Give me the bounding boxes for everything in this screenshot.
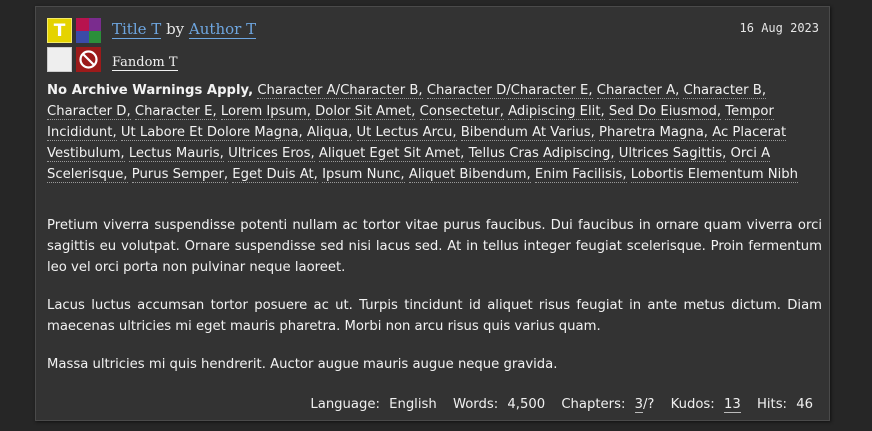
chapters-link[interactable]: 3 (634, 397, 643, 413)
summary-paragraph: Pretium viverra suspendisse potenti null… (47, 218, 822, 275)
work-header: T Title T by Author T Fandom T 16 Aug 20… (47, 18, 819, 74)
rating-letter: T (53, 21, 66, 41)
category-quadrant (88, 30, 101, 43)
freeform-tag[interactable]: Ultrices Sagittis, (618, 146, 727, 162)
language-value: English (389, 397, 437, 412)
category-quadrant (76, 30, 89, 43)
work-blurb: T Title T by Author T Fandom T 16 Aug 20… (35, 6, 830, 421)
freeform-tag[interactable]: Lorem Ipsum, (220, 104, 311, 120)
category-quadrant (88, 18, 101, 31)
kudos-label: Kudos: (670, 397, 715, 412)
freeform-tag[interactable]: Dolor Sit Amet, (315, 104, 416, 120)
warning-tag[interactable]: No Archive Warnings Apply, (47, 83, 253, 98)
freeform-tag[interactable]: Character D, (47, 104, 131, 120)
work-title-link[interactable]: Title T (112, 20, 162, 39)
category-symbol[interactable] (76, 18, 101, 43)
hits-value: 46 (796, 397, 813, 412)
hits-label: Hits: (756, 397, 788, 412)
freeform-tag[interactable]: Tellus Cras Adipiscing, (468, 146, 615, 162)
chapters-total: /? (642, 397, 655, 412)
fandom-label: Fandom T (112, 55, 178, 71)
freeform-tag[interactable]: Ipsum Nunc, (322, 167, 405, 183)
freeform-tag[interactable]: Sed Do Eiusmod, (608, 104, 722, 120)
freeform-tag[interactable]: Character D/Character E, (426, 83, 593, 99)
summary: Pretium viverra suspendisse potenti null… (47, 215, 822, 392)
required-tags: T (47, 18, 103, 74)
freeform-tag[interactable]: Consectetur, (419, 104, 504, 120)
completion-status-symbol[interactable] (47, 47, 72, 72)
fandom-tag[interactable]: Fandom T (112, 54, 178, 72)
freeform-tag[interactable]: Aliqua, (306, 125, 353, 141)
rating-symbol[interactable]: T (47, 18, 72, 43)
freeform-tag[interactable]: Purus Semper, (131, 167, 229, 183)
freeform-tag[interactable]: Adipiscing Elit, (508, 104, 605, 120)
freeform-tag[interactable]: Lobortis Elementum Nibh (630, 167, 798, 183)
summary-paragraph: Lacus luctus accumsan tortor posuere ac … (47, 298, 822, 334)
date-posted: 16 Aug 2023 (739, 21, 819, 35)
work-heading: Title T by Author T (112, 18, 257, 40)
work-stats: Language: English Words: 4,500 Chapters:… (310, 395, 813, 415)
author-link[interactable]: Author T (188, 20, 257, 39)
freeform-tag[interactable]: Ut Lectus Arcu, (356, 125, 457, 141)
freeform-tag[interactable]: Character A/Character B, (257, 83, 423, 99)
by-label: by (166, 20, 185, 38)
freeform-tag[interactable]: Character A, (596, 83, 680, 99)
freeform-tag[interactable]: Aliquet Eget Sit Amet, (318, 146, 465, 162)
freeform-tag[interactable]: Enim Facilisis, (534, 167, 627, 183)
kudos-link[interactable]: 13 (723, 397, 741, 413)
category-quadrant (76, 18, 89, 31)
freeform-tag[interactable]: Lectus Mauris, (128, 146, 224, 162)
chapters-label: Chapters: (561, 397, 626, 412)
language-label: Language: (310, 397, 380, 412)
freeform-tag[interactable]: Ut Labore Et Dolore Magna, (120, 125, 303, 141)
warning-symbol[interactable] (76, 47, 101, 72)
words-label: Words: (452, 397, 499, 412)
freeform-tag[interactable]: Eget Duis At, (232, 167, 318, 183)
no-entry-icon (79, 50, 98, 69)
freeform-tag[interactable]: Character E, (134, 104, 217, 120)
words-value: 4,500 (507, 397, 546, 412)
freeform-tag[interactable]: Pharetra Magna, (599, 125, 708, 141)
freeform-tag[interactable]: Character B, (683, 83, 767, 99)
tag-list: No Archive Warnings Apply, Character A/C… (47, 80, 817, 185)
freeform-tag[interactable]: Bibendum At Varius, (460, 125, 595, 141)
freeform-tag[interactable]: Aliquet Bibendum, (408, 167, 531, 183)
freeform-tag[interactable]: Ultrices Eros, (228, 146, 315, 162)
summary-paragraph: Massa ultricies mi quis hendrerit. Aucto… (47, 357, 558, 372)
